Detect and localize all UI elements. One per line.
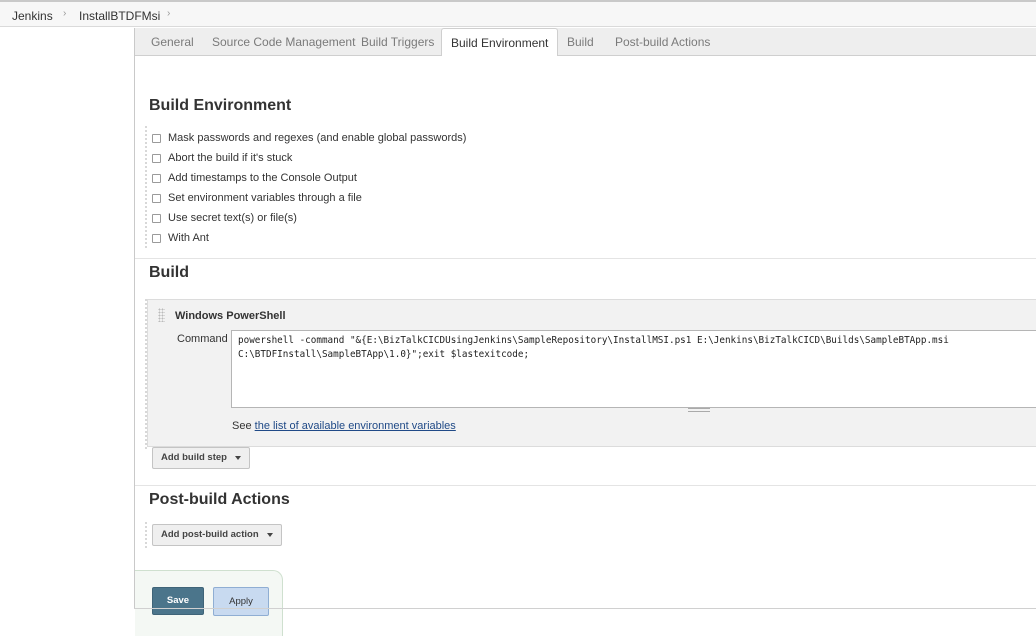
env-vars-help: See the list of available environment va… [232, 420, 456, 432]
option-label: Mask passwords and regexes (and enable g… [168, 132, 467, 144]
add-build-step-button[interactable]: Add build step [152, 447, 250, 469]
tab-source-code-management[interactable]: Source Code Management [203, 28, 364, 56]
mask-passwords-checkbox[interactable] [152, 133, 161, 143]
add-timestamps-checkbox[interactable] [152, 173, 161, 183]
caret-down-icon [234, 456, 241, 460]
env-file-checkbox[interactable] [152, 193, 161, 203]
page-bottom-border [134, 608, 1036, 609]
option-add-timestamps[interactable]: Add timestamps to the Console Output [152, 170, 357, 186]
bottom-button-bar: Save Apply [135, 570, 283, 636]
breadcrumb-separator-icon: › [63, 8, 67, 19]
tab-post-build-actions[interactable]: Post-build Actions [606, 28, 719, 56]
config-content: Build Environment Mask passwords and reg… [135, 56, 1036, 636]
option-label: Add timestamps to the Console Output [168, 172, 357, 184]
option-mask-passwords[interactable]: Mask passwords and regexes (and enable g… [152, 130, 466, 146]
tab-build[interactable]: Build [558, 28, 603, 56]
drag-handle-icon[interactable] [158, 308, 165, 322]
post-build-heading: Post-build Actions [149, 491, 290, 508]
secret-text-checkbox[interactable] [152, 213, 161, 223]
add-build-step-label: Add build step [161, 452, 227, 463]
option-env-file[interactable]: Set environment variables through a file [152, 190, 362, 206]
command-label: Command [177, 333, 228, 345]
build-environment-options: Mask passwords and regexes (and enable g… [145, 126, 1036, 248]
env-vars-link[interactable]: the list of available environment variab… [255, 420, 456, 432]
config-tabs: General Source Code Management Build Tri… [135, 28, 1036, 57]
add-post-build-action-button[interactable]: Add post-build action [152, 524, 282, 546]
apply-button[interactable]: Apply [213, 587, 269, 616]
breadcrumb-job[interactable]: InstallBTDFMsi [79, 9, 160, 23]
help-prefix: See [232, 420, 255, 432]
section-divider [135, 258, 1036, 259]
section-divider [135, 485, 1036, 486]
caret-down-icon [266, 533, 273, 537]
tab-build-environment[interactable]: Build Environment [441, 28, 559, 57]
option-label: Use secret text(s) or file(s) [168, 212, 297, 224]
option-label: Abort the build if it's stuck [168, 152, 293, 164]
breadcrumb-separator-icon[interactable]: › [167, 8, 170, 19]
post-build-strip [145, 522, 149, 548]
option-label: Set environment variables through a file [168, 192, 362, 204]
breadcrumb-jenkins[interactable]: Jenkins [12, 9, 53, 23]
breadcrumb: Jenkins › InstallBTDFMsi › [0, 0, 1036, 27]
save-button[interactable]: Save [152, 587, 204, 615]
build-environment-heading: Build Environment [149, 97, 292, 114]
step-title: Windows PowerShell [175, 310, 286, 322]
config-panel: General Source Code Management Build Tri… [134, 28, 1036, 636]
option-abort-stuck[interactable]: Abort the build if it's stuck [152, 150, 292, 166]
with-ant-checkbox[interactable] [152, 233, 161, 243]
powershell-build-step: Windows PowerShell Command powershell -c… [147, 299, 1036, 447]
tab-general[interactable]: General [142, 28, 203, 56]
build-heading: Build [149, 264, 189, 281]
command-textarea[interactable]: powershell -command "&{E:\BizTalkCICDUsi… [231, 330, 1036, 408]
option-label: With Ant [168, 232, 209, 244]
abort-stuck-checkbox[interactable] [152, 153, 161, 163]
resize-grip-icon[interactable] [688, 408, 710, 412]
option-secret-text[interactable]: Use secret text(s) or file(s) [152, 210, 297, 226]
add-post-build-action-label: Add post-build action [161, 529, 259, 540]
tab-build-triggers[interactable]: Build Triggers [352, 28, 443, 56]
option-with-ant[interactable]: With Ant [152, 230, 209, 246]
